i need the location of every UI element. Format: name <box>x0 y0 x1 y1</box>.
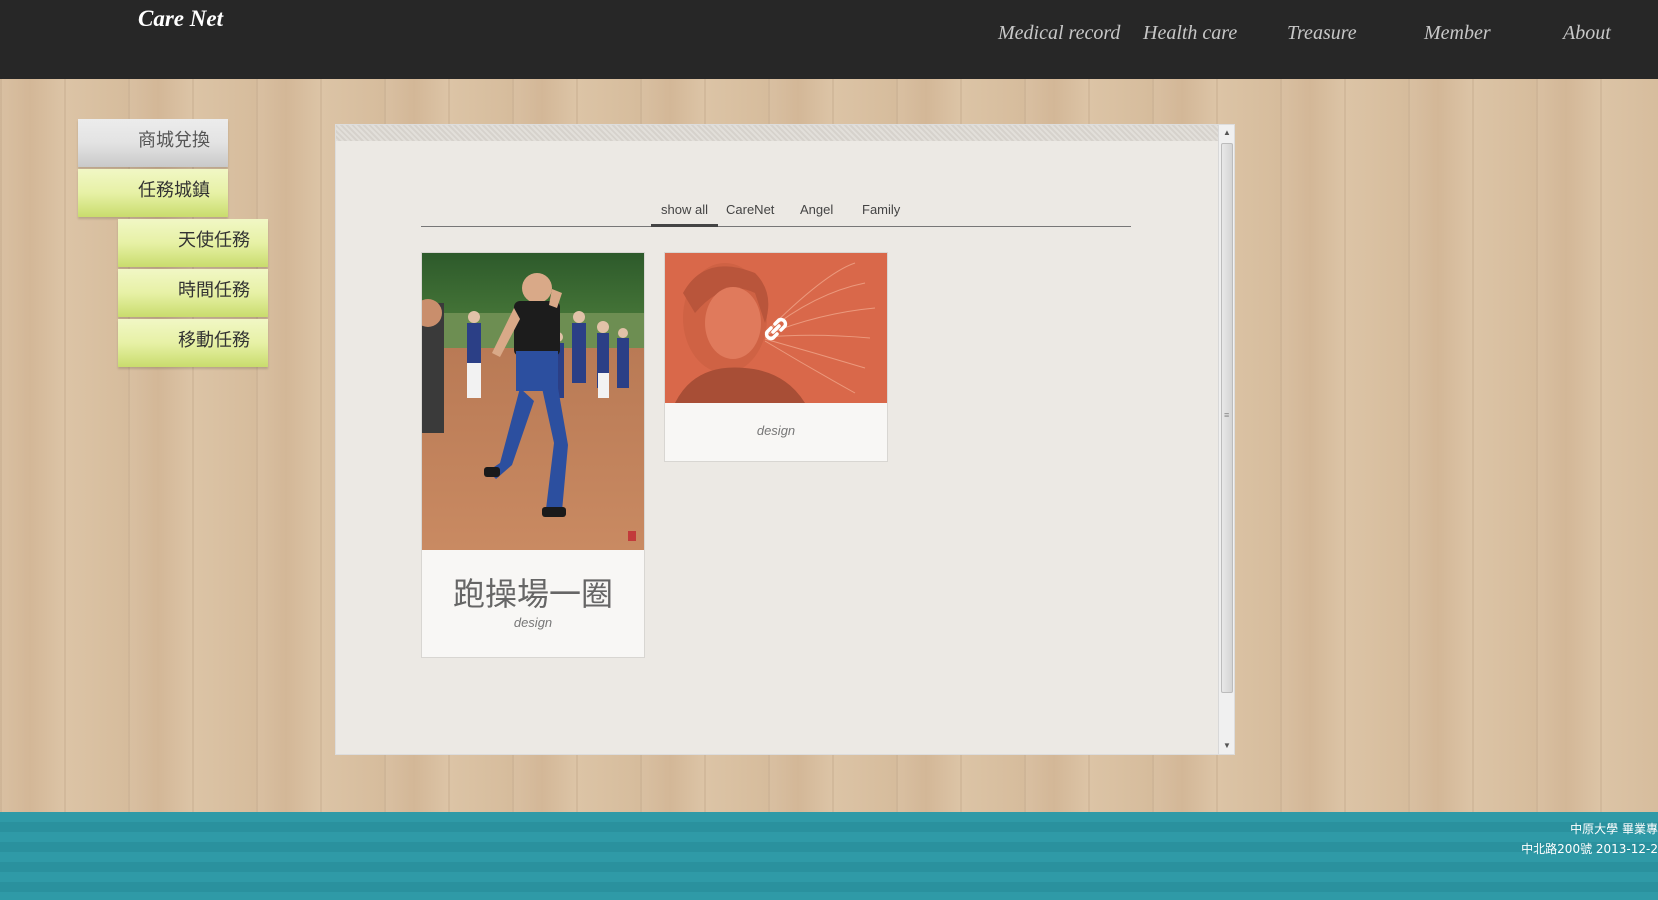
panel-top-strip <box>336 125 1220 141</box>
filter-bar: show all CareNet Angel Family <box>421 197 1131 227</box>
scroll-down-arrow-icon[interactable]: ▼ <box>1219 738 1234 754</box>
panel-scrollbar[interactable]: ▲ ≡ ▼ <box>1218 125 1234 754</box>
card-title: 跑操場一圈 <box>452 575 613 613</box>
card-caption: design <box>513 615 553 630</box>
filter-tab-angel[interactable]: Angel <box>800 197 833 227</box>
site-logo[interactable]: Care Net <box>138 6 223 32</box>
page-footer: 中原大學 畢業專 中北路200號 2013-12-2 <box>0 812 1658 900</box>
sidebar-item-move-mission[interactable]: 移動任務 <box>118 319 268 367</box>
card-photo-running-man[interactable] <box>422 253 644 550</box>
portfolio-card-link[interactable]: design <box>664 252 888 462</box>
sidebar-item-mission-town[interactable]: 任務城鎮 <box>78 169 228 217</box>
scroll-grip-icon: ≡ <box>1224 410 1230 420</box>
footer-line-2: 中北路200號 2013-12-2 <box>1521 842 1658 856</box>
nav-medical-record[interactable]: Medical record <box>998 22 1120 45</box>
filter-tab-family[interactable]: Family <box>862 197 900 227</box>
scroll-up-arrow-icon[interactable]: ▲ <box>1219 125 1234 141</box>
nav-member[interactable]: Member <box>1424 22 1491 45</box>
portfolio-card-run[interactable]: 跑操場一圈 design <box>421 252 645 658</box>
nav-about[interactable]: About <box>1563 22 1611 45</box>
sidebar-item-shop-exchange[interactable]: 商城兌換 <box>78 119 228 167</box>
scroll-thumb[interactable]: ≡ <box>1221 143 1233 693</box>
filter-tab-show-all[interactable]: show all <box>651 197 718 227</box>
top-header: Care Net Medical record Health care Trea… <box>0 0 1658 79</box>
sidebar-item-time-mission[interactable]: 時間任務 <box>118 269 268 317</box>
card-caption: design <box>756 423 796 438</box>
filter-tab-carenet[interactable]: CareNet <box>726 197 774 227</box>
nav-health-care[interactable]: Health care <box>1143 22 1237 45</box>
nav-treasure[interactable]: Treasure <box>1287 22 1357 45</box>
card-photo-overlay[interactable] <box>665 253 887 403</box>
link-icon[interactable] <box>760 313 792 345</box>
sidebar-item-angel-mission[interactable]: 天使任務 <box>118 219 268 267</box>
portfolio-panel: show all CareNet Angel Family 跑操場一圈 desi… <box>335 124 1235 755</box>
footer-line-1: 中原大學 畢業專 <box>1570 822 1658 836</box>
running-photo-illustration <box>422 253 644 550</box>
